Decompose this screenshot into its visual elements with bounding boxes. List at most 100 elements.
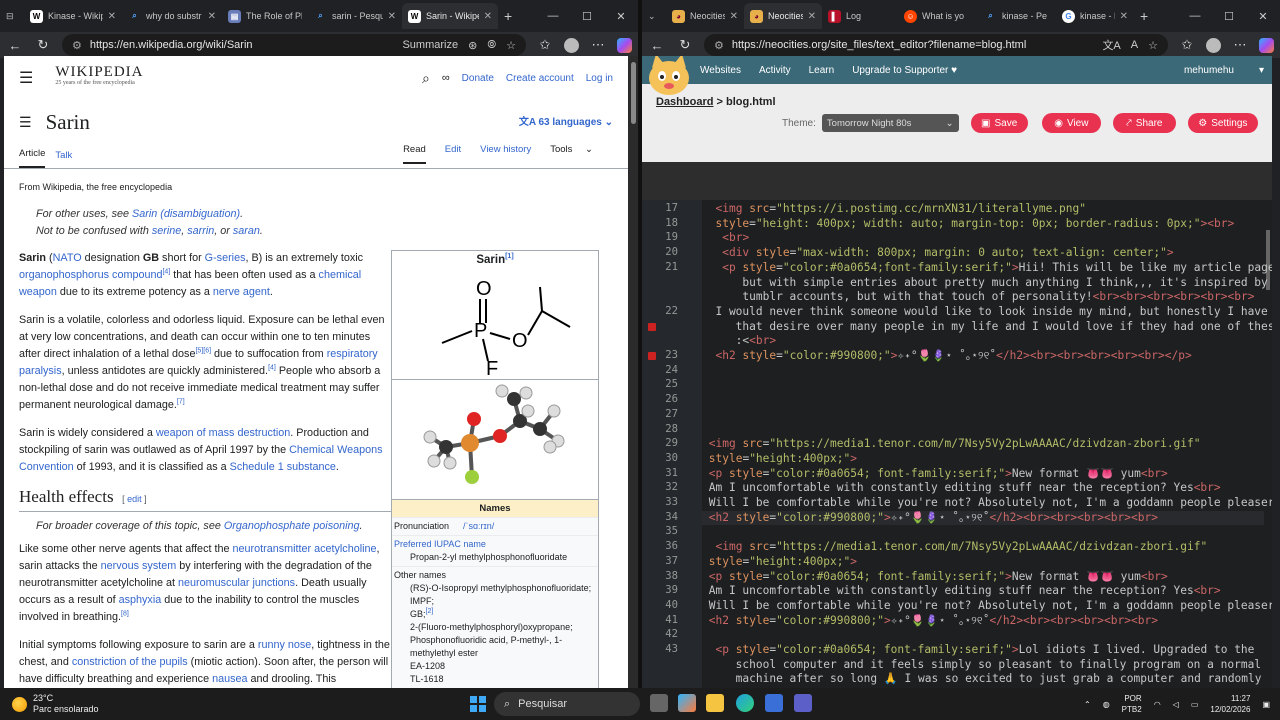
address-bar[interactable]: ⚙ https://neocities.org/site_files/text_… — [704, 34, 1168, 56]
nausea-link[interactable]: nausea — [212, 673, 247, 685]
toc-icon[interactable]: ☰ — [19, 114, 32, 131]
tab-actions-button[interactable]: ⊟ — [0, 3, 24, 29]
tab-read[interactable]: Read — [403, 141, 426, 164]
login-link[interactable]: Log in — [586, 70, 613, 87]
nav-learn[interactable]: Learn — [809, 65, 835, 76]
runny-nose-link[interactable]: runny nose — [258, 639, 311, 651]
favorite-star-icon[interactable]: ☆ — [1148, 39, 1158, 52]
code-line[interactable]: school computer and it feels simply so p… — [702, 658, 1261, 673]
favorites-icon[interactable]: ✩ — [536, 37, 554, 53]
tab-role-of[interactable]: ▤ The Role of Ph — [222, 3, 308, 29]
settings-button[interactable]: ⚙ Settings — [1187, 113, 1258, 133]
nav-websites[interactable]: Websites — [700, 65, 741, 76]
code-line[interactable]: <h2 style="color:#990800;">✧˖°🌷🪻⋆ ˚｡⋆୨୧˚… — [702, 349, 1191, 364]
asphyxia-link[interactable]: asphyxia — [119, 594, 162, 606]
weather-widget[interactable]: 23°C Parc ensolarado — [0, 693, 300, 715]
reload-icon[interactable]: ↻ — [676, 37, 694, 53]
nav-upgrade[interactable]: Upgrade to Supporter ♥ — [852, 65, 957, 76]
tab-kinase-wikipedia[interactable]: W Kinase - Wikip ✕ — [24, 3, 122, 29]
error-marker-icon[interactable] — [648, 352, 656, 360]
reference-link[interactable]: [1] — [505, 253, 514, 260]
site-info-icon[interactable]: ⚙ — [714, 39, 724, 52]
tab-neocities-2[interactable]: ◕ Neocities ✕ — [744, 3, 822, 29]
network-icon[interactable]: ◍ — [1103, 700, 1110, 709]
code-line[interactable]: tumblr accounts, but with that touch of … — [702, 290, 1254, 305]
code-editor[interactable]: 17 <img src="https://i.postimg.cc/mrnXN3… — [642, 200, 1272, 688]
wikipedia-logo[interactable]: WIKIPEDIA 25 years of the free encycloped… — [55, 65, 143, 89]
reference-link[interactable]: [8] — [121, 610, 129, 617]
reference-link[interactable]: [5][6] — [195, 347, 211, 354]
neocities-cat-logo[interactable] — [646, 56, 692, 98]
code-line[interactable]: that desire over many people in my life … — [702, 320, 1272, 335]
create-account-link[interactable]: Create account — [506, 70, 574, 87]
code-line[interactable]: <br> — [702, 231, 749, 246]
sarrin-link[interactable]: sarrin — [187, 225, 214, 237]
reload-icon[interactable]: ↻ — [34, 37, 52, 53]
language-button[interactable]: 文A 63 languages ⌄ — [519, 114, 613, 131]
nerve-agent-link[interactable]: nerve agent — [213, 286, 270, 298]
page-scrollbar[interactable] — [628, 56, 638, 688]
ball-and-stick-image[interactable] — [392, 380, 598, 500]
theme-select[interactable]: Tomorrow Night 80s ⌄ — [821, 114, 959, 132]
store-icon[interactable] — [765, 694, 783, 712]
serine-link[interactable]: serine — [152, 225, 181, 237]
maximize-icon[interactable]: ☐ — [1212, 0, 1246, 32]
file-explorer-icon[interactable] — [706, 694, 724, 712]
nav-activity[interactable]: Activity — [759, 65, 791, 76]
code-line[interactable]: style="height:400px;"> — [702, 452, 857, 467]
new-tab-button[interactable]: + — [1134, 3, 1156, 29]
tab-search-substr[interactable]: ⌕ why do substr ✕ — [122, 3, 222, 29]
copilot-icon[interactable] — [617, 37, 632, 53]
save-button[interactable]: ▣ Save — [970, 113, 1028, 133]
notification-icon[interactable]: ▣ — [1262, 700, 1270, 709]
minimize-icon[interactable]: — — [536, 0, 570, 32]
clock[interactable]: 11:27 12/02/2026 — [1210, 693, 1250, 715]
nmj-link[interactable]: neuromuscular junctions — [178, 577, 295, 589]
volume-icon[interactable]: ◁ — [1173, 700, 1179, 709]
g-series-link[interactable]: G-series — [205, 252, 246, 264]
close-icon[interactable]: ✕ — [208, 11, 216, 22]
code-line[interactable]: <img src="https://i.postimg.cc/mrnXN31/l… — [702, 202, 1086, 217]
code-line[interactable]: <img src="https://media1.tenor.com/m/7Ns… — [702, 540, 1207, 555]
search-icon[interactable]: ⌕ — [422, 70, 430, 87]
tab-kinase-google[interactable]: Gkinase - Pe ✕ — [1056, 3, 1134, 29]
scrollbar-thumb[interactable] — [630, 62, 636, 124]
back-icon[interactable]: ← — [6, 38, 24, 53]
schedule-1-link[interactable]: Schedule 1 substance — [230, 461, 336, 473]
wmd-link[interactable]: weapon of mass destruction — [156, 427, 290, 439]
more-menu-icon[interactable]: ⋯ — [1231, 37, 1249, 53]
code-line[interactable]: <p style="color:#0a0654; font-family:ser… — [702, 467, 1168, 482]
teams-icon[interactable] — [794, 694, 812, 712]
copilot-summary-icon[interactable]: ⊛ — [468, 39, 477, 52]
code-line[interactable]: Am I uncomfortable with constantly editi… — [702, 584, 1221, 599]
view-button[interactable]: ◉ View — [1041, 113, 1101, 133]
appearance-icon[interactable]: ∞ — [442, 70, 450, 87]
disambiguation-link[interactable]: Sarin (disambiguation) — [132, 208, 240, 220]
tab-view-history[interactable]: View history — [480, 141, 531, 164]
reference-link[interactable]: [2] — [426, 608, 434, 615]
code-line[interactable]: Will I be comfortable while you're not? … — [702, 496, 1272, 511]
copilot-icon[interactable] — [1259, 37, 1274, 53]
nervous-system-link[interactable]: nervous system — [101, 560, 177, 572]
maximize-icon[interactable]: ☐ — [570, 0, 604, 32]
code-line[interactable]: <p style="color:#0a0654; font-family:ser… — [702, 570, 1168, 585]
code-line[interactable]: <div style="max-width: 800px; margin: 0 … — [702, 246, 1173, 261]
donate-link[interactable]: Donate — [462, 70, 494, 87]
close-icon[interactable]: ✕ — [484, 11, 492, 22]
nato-link[interactable]: NATO — [53, 252, 82, 264]
tab-actions-button[interactable]: ⌄ — [642, 3, 666, 29]
more-menu-icon[interactable]: ⋯ — [589, 37, 607, 53]
close-icon[interactable]: ✕ — [730, 11, 738, 22]
tab-kinase-search[interactable]: ⌕ kinase - Pe — [978, 3, 1056, 29]
new-tab-button[interactable]: + — [498, 3, 520, 29]
code-line[interactable]: <p style="color:#0a0654;font-family:seri… — [702, 261, 1272, 276]
saran-link[interactable]: saran — [233, 225, 260, 237]
main-menu-icon[interactable]: ☰ — [19, 70, 33, 87]
pronunciation-link[interactable]: /ˈsɑːrɪn/ — [463, 520, 494, 533]
close-icon[interactable]: ✕ — [108, 11, 116, 22]
favorites-icon[interactable]: ✩ — [1178, 37, 1196, 53]
iupac-link[interactable]: Preferred IUPAC name — [394, 539, 486, 549]
close-window-icon[interactable]: ✕ — [1246, 0, 1280, 32]
code-line[interactable]: machine after so long 🙏 I was so excited… — [702, 672, 1262, 687]
battery-icon[interactable]: ▭ — [1191, 700, 1199, 709]
